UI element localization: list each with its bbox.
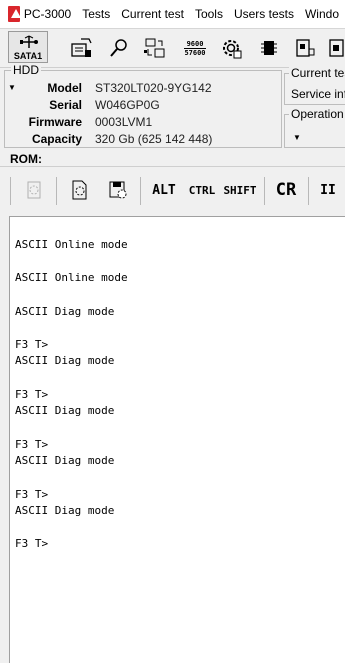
capacity-label: Capacity (31, 132, 82, 146)
capacity-row: Capacity 320 Gb (625 142 448) (5, 132, 275, 148)
disabled-gear-icon[interactable] (20, 175, 48, 205)
serial-value: W046GP0G (95, 98, 160, 112)
app-title[interactable]: PC-3000 (24, 7, 77, 21)
alt-button[interactable]: ALT (148, 175, 180, 205)
menu-tools[interactable]: Tools (190, 7, 229, 21)
sata-label: SATA1 (13, 51, 43, 61)
terminal-line: F3 T> (15, 537, 49, 550)
menu-users-tests[interactable]: Users tests (229, 7, 300, 21)
model-row: Model ST320LT020-9YG142 (5, 81, 275, 97)
firmware-row: Firmware 0003LVM1 (5, 115, 275, 131)
operation-legend: Operation (289, 107, 345, 121)
current-test-group: Current tes Service info (284, 66, 345, 105)
app-logo-icon (8, 6, 21, 22)
terminal-line: ASCII Diag mode (15, 305, 115, 318)
port-icon (20, 35, 38, 48)
baud-top: 9600 (186, 39, 204, 48)
model-value: ST320LT020-9YG142 (95, 81, 212, 95)
terminal-line: ASCII Diag mode (15, 404, 115, 417)
menu-bar: PC-3000 Tests Current test Tools Users t… (0, 0, 345, 28)
ctrl-button[interactable]: CTRL (186, 175, 218, 205)
search-icon[interactable] (106, 35, 132, 61)
baud-bottom: 57600 (184, 47, 206, 57)
menu-window[interactable]: Windo (300, 7, 345, 21)
cr-button[interactable]: CR (270, 175, 302, 205)
operation-dropdown-icon[interactable]: ▼ (293, 133, 301, 142)
terminal-line: F3 T> (15, 388, 49, 401)
save-gear-icon[interactable] (104, 175, 132, 205)
board-icon[interactable] (292, 35, 318, 61)
current-test-legend: Current tes (289, 66, 345, 80)
test-icon[interactable] (68, 35, 94, 61)
toolbar-separator (56, 177, 57, 205)
toolbar-separator (10, 177, 11, 205)
document-gear-icon[interactable] (66, 175, 94, 205)
toolbar-separator (264, 177, 265, 205)
terminal-toolbar: ALT CTRL SHIFT CR II (0, 166, 345, 213)
shift-button[interactable]: SHIFT (222, 175, 258, 205)
capacity-value: 320 Gb (625 142 448) (95, 132, 213, 146)
rom-label: ROM: (10, 152, 42, 166)
hdd-legend: HDD (11, 63, 41, 77)
overflow-icon[interactable] (326, 35, 345, 61)
pause-button[interactable]: II (316, 175, 340, 205)
serial-label: Serial (49, 98, 82, 112)
firmware-label: Firmware (28, 115, 82, 129)
transfer-icon[interactable] (142, 35, 168, 61)
menu-current-test[interactable]: Current test (116, 7, 190, 21)
serial-row: Serial W046GP0G (5, 98, 275, 114)
main-toolbar: SATA1 9600 57600 (0, 28, 345, 68)
terminal-line: F3 T> (15, 488, 49, 501)
menu-tests[interactable]: Tests (77, 7, 116, 21)
sata-port-button[interactable]: SATA1 (8, 31, 48, 63)
toolbar-separator (308, 177, 309, 205)
firmware-value: 0003LVM1 (95, 115, 153, 129)
hdd-panel: HDD ▼ Model ST320LT020-9YG142 Serial W04… (4, 63, 282, 148)
toolbar-separator (140, 177, 141, 205)
terminal-output[interactable]: ASCII Online mode ASCII Online mode ASCI… (9, 216, 345, 663)
terminal-line: ASCII Diag mode (15, 354, 115, 367)
terminal-line: ASCII Diag mode (15, 454, 115, 467)
current-test-value: Service info (291, 87, 345, 101)
terminal-line: ASCII Online mode (15, 271, 128, 284)
terminal-line: ASCII Diag mode (15, 504, 115, 517)
terminal-line: F3 T> (15, 338, 49, 351)
operation-group: Operation ▼ (284, 107, 345, 148)
baud-rate-icon[interactable]: 9600 57600 (182, 35, 208, 61)
terminal-line: F3 T> (15, 438, 49, 451)
terminal-line: ASCII Online mode (15, 238, 128, 251)
settings-gear-icon[interactable] (218, 35, 244, 61)
model-label: Model (47, 81, 82, 95)
chip-icon[interactable] (256, 35, 282, 61)
